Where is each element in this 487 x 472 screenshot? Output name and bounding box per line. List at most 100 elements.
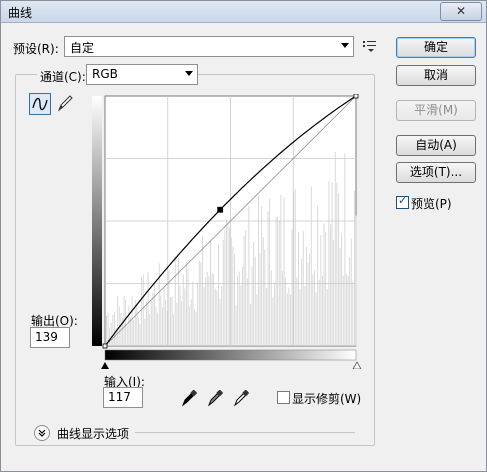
histogram-bar (237, 275, 239, 346)
histogram-bar (184, 288, 186, 346)
histogram-bar (189, 306, 191, 346)
histogram-bar (355, 215, 357, 346)
histogram-bar (291, 229, 293, 346)
histogram-bar (320, 235, 322, 346)
smooth-button[interactable]: 平滑(M) (396, 100, 476, 121)
histogram-bar (126, 325, 128, 346)
pencil-tool-button[interactable] (55, 93, 75, 113)
histogram-bar (173, 314, 175, 346)
preview-checkbox[interactable] (396, 194, 409, 209)
input-field[interactable]: 117 (103, 387, 143, 408)
histogram-bar (323, 223, 325, 346)
histogram-bar (328, 181, 330, 346)
histogram-bar (187, 268, 189, 346)
histogram-bar (314, 270, 315, 346)
curve-tool-button[interactable] (29, 93, 51, 115)
histogram-bar (128, 305, 130, 346)
black-eyedropper-icon[interactable] (181, 389, 197, 407)
ok-button[interactable]: 确定 (396, 37, 476, 58)
list-menu-icon[interactable] (363, 40, 377, 52)
histogram-bar (288, 287, 290, 346)
histogram-bar (354, 191, 355, 346)
histogram-bar (253, 241, 255, 346)
curve-graph[interactable] (91, 94, 363, 369)
histogram-bar (227, 222, 229, 346)
histogram-bar (306, 247, 307, 346)
histogram-bar (296, 277, 298, 346)
histogram-bar (338, 193, 339, 346)
histogram-bar (186, 261, 187, 346)
histogram-bar (160, 295, 162, 346)
output-field[interactable]: 139 (30, 327, 70, 348)
histogram-bar (165, 300, 167, 346)
histogram-bar (339, 247, 341, 346)
histogram-bar (283, 197, 285, 346)
histogram-bar (163, 287, 165, 346)
histogram-bar (141, 277, 143, 346)
histogram-bar (133, 319, 135, 346)
curve-display-options-label: 曲线显示选项 (57, 427, 130, 441)
curve-control-point[interactable] (217, 206, 224, 213)
cancel-button[interactable]: 取消 (396, 65, 476, 86)
histogram-bar (222, 239, 224, 346)
histogram-bar (318, 279, 320, 346)
histogram-bar (285, 277, 287, 346)
histogram-bar (117, 295, 119, 346)
histogram-bar (250, 304, 251, 346)
white-eyedropper-icon[interactable] (233, 389, 249, 407)
histogram-bar (171, 296, 173, 346)
histogram-bar (130, 317, 131, 346)
histogram-bar (208, 275, 210, 346)
preset-select[interactable]: 自定 (64, 36, 354, 57)
histogram-bar (205, 277, 207, 346)
histogram-bar (277, 217, 279, 346)
histogram-bar (326, 289, 328, 346)
histogram-bar (110, 322, 112, 346)
histogram-bar (221, 285, 223, 346)
histogram-bar (195, 311, 197, 346)
close-button[interactable]: ✕ (440, 2, 482, 21)
show-clipping-checkbox[interactable] (277, 391, 290, 404)
histogram-bar (286, 293, 288, 346)
auto-button[interactable]: 自动(A) (396, 135, 476, 156)
histogram-bar (256, 294, 258, 346)
histogram-bar (232, 246, 234, 346)
input-value: 117 (108, 390, 131, 404)
options-button[interactable]: 选项(T)... (396, 162, 476, 183)
histogram-bar (214, 288, 216, 346)
white-point-slider[interactable] (352, 361, 362, 369)
preset-label: 预设(R): (13, 42, 59, 56)
histogram-bar (194, 308, 195, 346)
histogram-bar (282, 271, 283, 346)
histogram-bar (154, 284, 155, 346)
histogram-bar (150, 300, 152, 346)
gray-eyedropper-icon[interactable] (207, 389, 223, 407)
curve-control-point[interactable] (353, 94, 359, 99)
histogram-bar (245, 230, 247, 346)
histogram-bar (261, 206, 263, 346)
histogram-bar (106, 315, 107, 346)
histogram-bar (179, 285, 181, 346)
histogram-bar (307, 263, 309, 346)
histogram-bar (266, 287, 267, 346)
histogram-bar (170, 297, 171, 346)
chevron-down-icon (341, 43, 349, 48)
curve-control-point[interactable] (102, 343, 108, 349)
histogram-bar (190, 299, 192, 346)
histogram-bar (267, 211, 269, 346)
histogram-bar (254, 256, 256, 346)
histogram-bar (144, 318, 146, 346)
histogram-bar (262, 237, 264, 346)
histogram-bar (349, 257, 351, 346)
expand-options-button[interactable] (34, 425, 50, 441)
histogram-bar (142, 274, 144, 346)
histogram-bar (202, 236, 203, 346)
histogram-bar (304, 286, 306, 346)
channel-select[interactable]: RGB (86, 64, 198, 85)
black-point-slider[interactable] (101, 362, 109, 369)
histogram-bar (192, 281, 194, 346)
histogram-bar (350, 238, 352, 346)
histogram-bar (325, 231, 327, 346)
output-value: 139 (35, 330, 58, 344)
histogram-bar (112, 314, 114, 346)
